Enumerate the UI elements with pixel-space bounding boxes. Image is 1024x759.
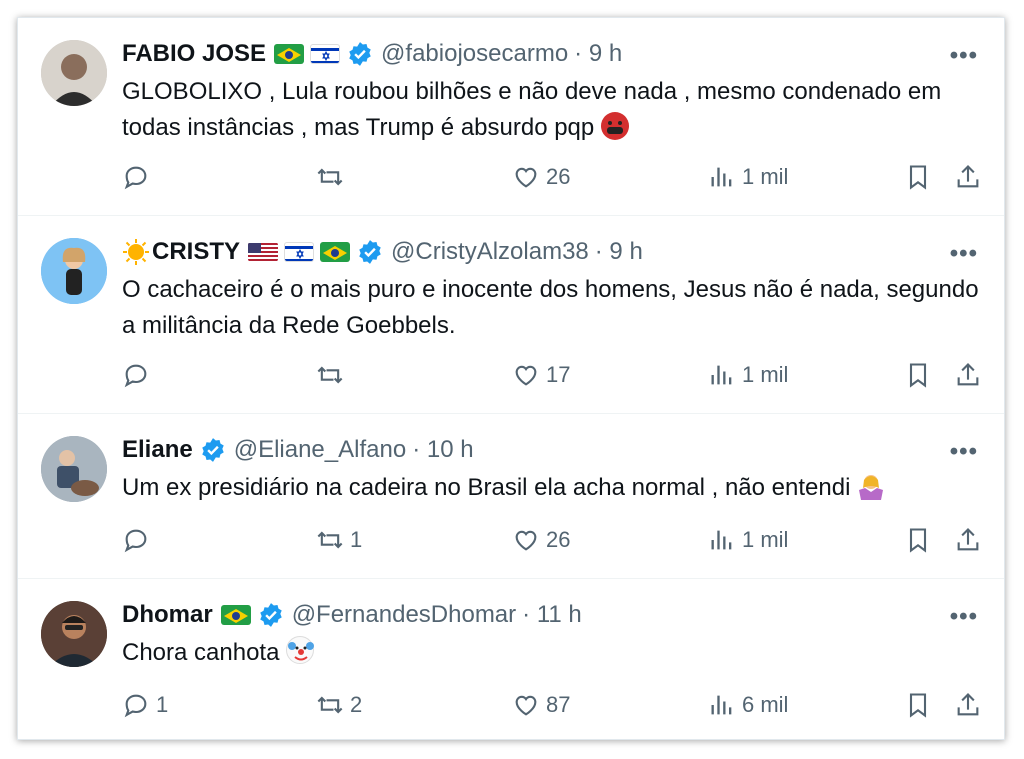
verified-badge-icon	[259, 603, 282, 627]
timestamp[interactable]: · 10 h	[412, 436, 473, 464]
reply-icon	[124, 694, 147, 718]
reply-button[interactable]	[122, 361, 156, 389]
retweet-button[interactable]	[316, 361, 350, 389]
tweet-text: GLOBOLIXO , Lula roubou bilhões e não de…	[122, 78, 942, 141]
analytics-icon	[711, 530, 732, 550]
verified-badge-icon	[359, 240, 381, 264]
bookmark-button[interactable]	[904, 361, 932, 389]
reply-icon	[124, 166, 147, 190]
verified-badge-icon	[201, 438, 224, 462]
avatar[interactable]	[41, 238, 107, 304]
heart-icon	[515, 167, 537, 188]
handle[interactable]: @Eliane_Alfano	[234, 436, 406, 464]
tweet-text: Um ex presidiário na cadeira no Brasil e…	[122, 470, 992, 506]
bookmark-icon	[909, 363, 927, 388]
share-icon	[957, 528, 979, 551]
analytics-icon	[711, 365, 732, 385]
timestamp[interactable]: · 9 h	[574, 40, 622, 68]
more-options-icon[interactable]: •••	[950, 42, 978, 70]
bookmark-button[interactable]	[904, 163, 932, 191]
retweet-icon	[317, 168, 343, 186]
reply-button[interactable]: 1	[122, 691, 168, 719]
like-button[interactable]: 26	[512, 163, 570, 191]
israel-flag-icon	[310, 44, 341, 64]
handle[interactable]: @CristyAlzolam38	[391, 238, 589, 266]
more-options-icon[interactable]: •••	[950, 438, 978, 466]
like-button[interactable]: 17	[512, 361, 570, 389]
views-button[interactable]: 1 mil	[708, 361, 788, 389]
views-button[interactable]: 1 mil	[708, 163, 788, 191]
views-button[interactable]: 1 mil	[708, 526, 788, 554]
sun-emoji-icon	[122, 238, 150, 266]
display-name[interactable]: Eliane	[122, 436, 193, 464]
woman-shrugging-emoji-icon	[857, 472, 885, 500]
display-name[interactable]: CRISTY	[152, 238, 240, 266]
heart-icon	[515, 530, 537, 551]
retweet-icon	[317, 696, 343, 714]
usa-flag-icon	[248, 242, 279, 262]
retweet-button[interactable]: 1	[316, 526, 362, 554]
display-name[interactable]: FABIO JOSE	[122, 40, 266, 68]
share-button[interactable]	[954, 526, 982, 554]
like-button[interactable]: 26	[512, 526, 570, 554]
reply-icon	[124, 364, 147, 388]
bookmark-button[interactable]	[904, 526, 932, 554]
share-icon	[957, 363, 979, 386]
reply-button[interactable]	[122, 163, 156, 191]
handle[interactable]: @fabiojosecarmo	[381, 40, 568, 68]
verified-badge-icon	[349, 42, 371, 66]
heart-icon	[515, 365, 537, 386]
replies-card: FABIO JOSE @fabiojosecarmo · 9 h ••• GLO…	[17, 17, 1005, 740]
avatar[interactable]	[41, 436, 107, 502]
bookmark-icon	[909, 693, 927, 718]
israel-flag-icon	[284, 242, 315, 262]
tweet-text: Chora canhota	[122, 635, 992, 671]
views-button[interactable]: 6 mil	[708, 691, 788, 719]
bookmark-icon	[909, 165, 927, 190]
brazil-flag-icon	[274, 44, 305, 64]
brazil-flag-icon	[320, 242, 351, 262]
display-name[interactable]: Dhomar	[122, 601, 213, 629]
analytics-icon	[711, 167, 732, 187]
retweet-icon	[317, 366, 343, 384]
share-icon	[957, 165, 979, 188]
share-button[interactable]	[954, 361, 982, 389]
reply-button[interactable]	[122, 526, 156, 554]
share-icon	[957, 693, 979, 716]
face-with-symbols-on-mouth-emoji-icon	[600, 112, 629, 140]
retweet-button[interactable]: 2	[316, 691, 362, 719]
avatar[interactable]	[41, 40, 107, 106]
tweet[interactable]: CRISTY @CristyAlzolam38 · 9 h ••• O cach…	[18, 216, 1004, 414]
clown-face-emoji-icon	[286, 636, 315, 664]
more-options-icon[interactable]: •••	[950, 240, 978, 268]
brazil-flag-icon	[220, 605, 251, 625]
tweet[interactable]: Dhomar @FernandesDhomar · 11 h ••• Chora…	[18, 579, 1004, 739]
timestamp[interactable]: · 9 h	[595, 238, 643, 266]
bookmark-button[interactable]	[904, 691, 932, 719]
tweet[interactable]: FABIO JOSE @fabiojosecarmo · 9 h ••• GLO…	[18, 18, 1004, 216]
reply-icon	[124, 529, 147, 553]
timestamp[interactable]: · 11 h	[522, 601, 582, 629]
heart-icon	[515, 695, 537, 716]
more-options-icon[interactable]: •••	[950, 603, 978, 631]
tweet-text: O cachaceiro é o mais puro e inocente do…	[122, 276, 979, 339]
avatar[interactable]	[41, 601, 107, 667]
retweet-button[interactable]	[316, 163, 350, 191]
bookmark-icon	[909, 528, 927, 553]
tweet[interactable]: Eliane @Eliane_Alfano · 10 h ••• Um ex p…	[18, 414, 1004, 579]
like-button[interactable]: 87	[512, 691, 570, 719]
retweet-icon	[317, 531, 343, 549]
share-button[interactable]	[954, 691, 982, 719]
analytics-icon	[711, 695, 732, 715]
share-button[interactable]	[954, 163, 982, 191]
handle[interactable]: @FernandesDhomar	[292, 601, 516, 629]
